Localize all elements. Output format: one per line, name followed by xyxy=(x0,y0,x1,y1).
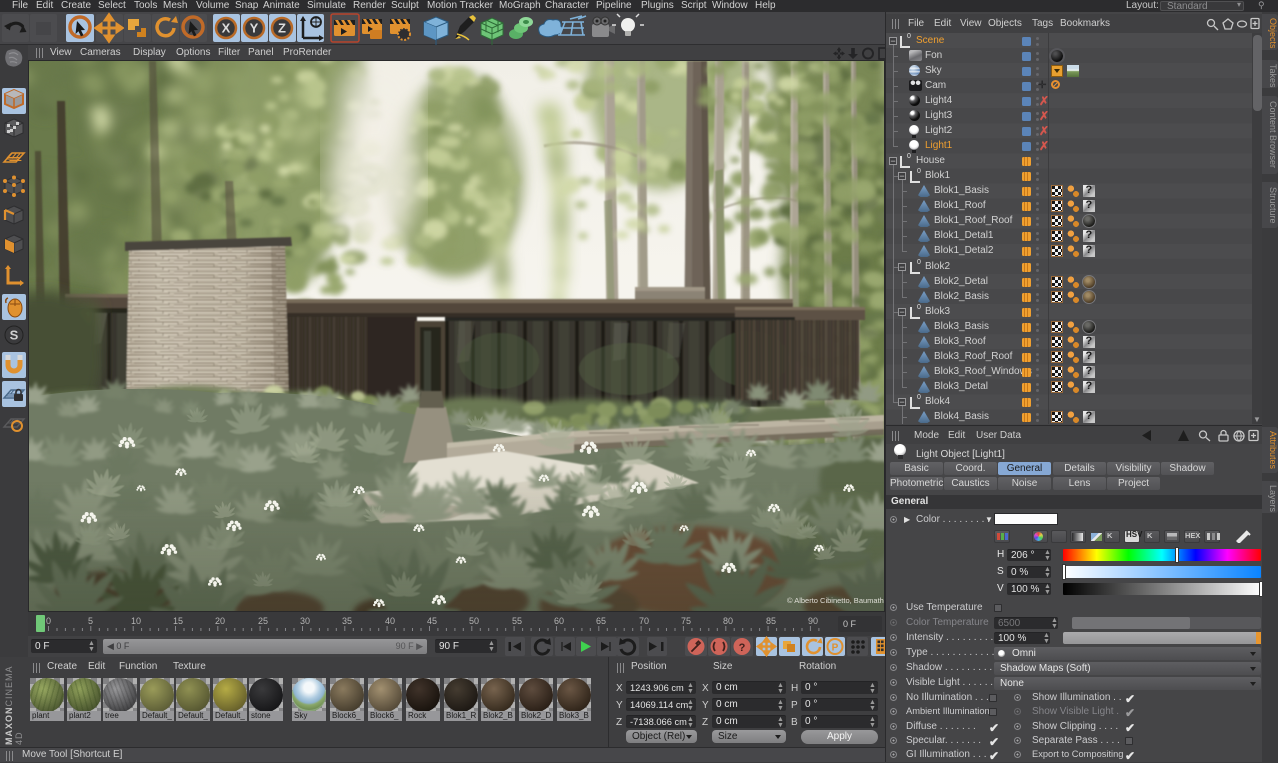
svg-text:© Alberto Cibinetto, Baumathe: © Alberto Cibinetto, Baumathe xyxy=(787,596,884,605)
svg-text:P: P xyxy=(832,643,839,654)
svg-text:?: ? xyxy=(739,642,746,654)
svg-text:S: S xyxy=(10,328,19,343)
svg-text:Z: Z xyxy=(278,21,286,36)
svg-text:X: X xyxy=(222,21,231,36)
svg-text:Y: Y xyxy=(250,21,259,36)
